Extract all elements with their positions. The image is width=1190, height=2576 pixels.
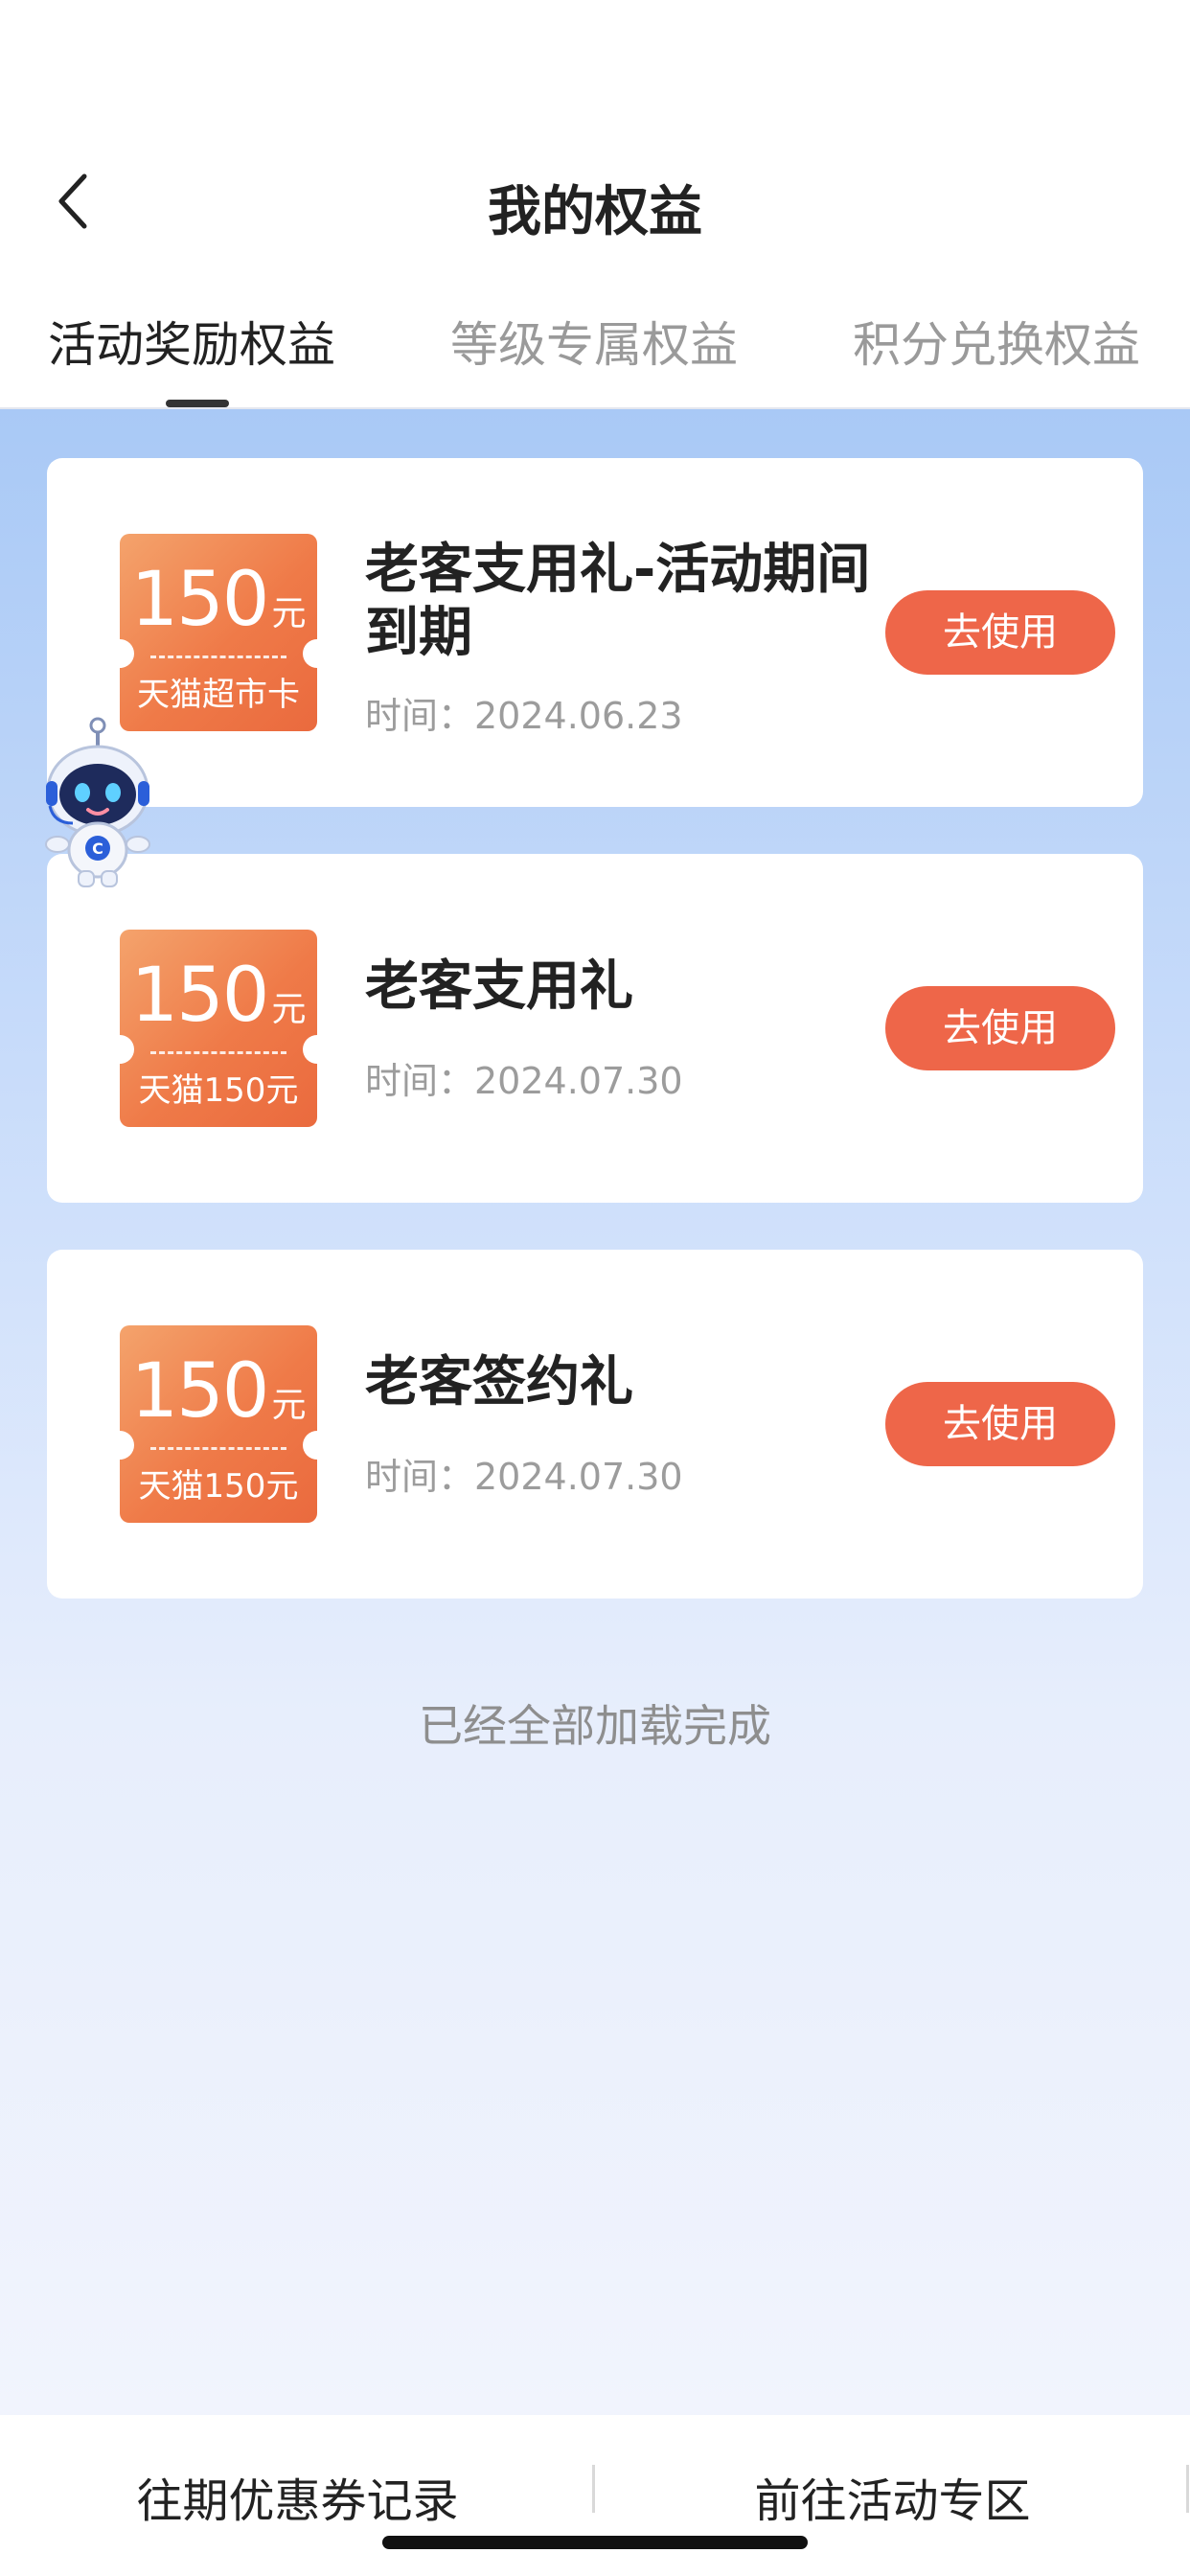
coupon-notch-right [303,1431,317,1460]
page-title: 我的权益 [488,181,702,243]
page: 我的权益 活动奖励权益 等级专属权益 积分兑换权益 150 元 天猫超市卡 老客… [0,0,1190,2576]
coupon-ticket: 150 元 天猫超市卡 [120,534,317,731]
coupon-amount-row: 150 元 [120,557,317,643]
nav-bar: 我的权益 [0,153,1190,249]
coupon-ticket: 150 元 天猫150元 [120,930,317,1127]
benefit-time: 时间：2024.07.30 [365,1060,683,1102]
benefit-time: 时间：2024.06.23 [365,695,683,737]
tab-points-exchange[interactable]: 积分兑换权益 [776,297,1190,407]
coupon-amount: 150 [130,557,270,643]
coupon-notch-left [120,639,134,668]
activity-zone-link[interactable]: 前往活动专区 [595,2463,1190,2530]
coupon-amount: 150 [130,1348,270,1435]
tab-label: 等级专属权益 [450,317,738,373]
coupon-divider [150,1447,286,1450]
robot-mascot[interactable]: C [36,716,159,888]
benefit-card: 150 元 天猫150元 老客支用礼 时间：2024.07.30 去使用 [47,854,1143,1203]
coupon-notch-left [120,1035,134,1064]
coupon-label: 天猫150元 [138,1467,299,1506]
home-indicator[interactable] [382,2536,808,2549]
coupon-amount-row: 150 元 [120,1348,317,1435]
tab-label: 活动奖励权益 [48,317,335,373]
benefit-title: 老客支用礼-活动期间到期 [365,539,871,664]
coupon-unit: 元 [271,594,307,633]
tab-label: 积分兑换权益 [853,317,1140,373]
tab-bar: 活动奖励权益 等级专属权益 积分兑换权益 [0,297,1190,407]
tab-level-benefits[interactable]: 等级专属权益 [412,297,776,407]
use-button[interactable]: 去使用 [885,1382,1115,1466]
benefit-title: 老客签约礼 [365,1351,633,1414]
coupon-amount-row: 150 元 [120,953,317,1039]
benefit-card: 150 元 天猫超市卡 老客支用礼-活动期间到期 时间：2024.06.23 去使… [47,458,1143,807]
coupon-divider [150,656,286,658]
tab-active-indicator [166,400,229,407]
tab-activity-rewards[interactable]: 活动奖励权益 [0,297,412,407]
coupon-notch-right [303,639,317,668]
bottom-bar: 往期优惠券记录 前往活动专区 [0,2415,1190,2576]
benefit-title: 老客支用礼 [365,955,633,1018]
coupon-divider [150,1051,286,1054]
use-button[interactable]: 去使用 [885,590,1115,675]
coupon-label: 天猫超市卡 [137,676,300,714]
benefit-time: 时间：2024.07.30 [365,1456,683,1498]
list-end-text: 已经全部加载完成 [419,1700,771,1752]
bottom-divider-edge [1186,2465,1189,2513]
coupon-label: 天猫150元 [138,1071,299,1110]
svg-text:C: C [92,840,103,858]
coupon-history-link[interactable]: 往期优惠券记录 [0,2463,595,2530]
coupon-ticket: 150 元 天猫150元 [120,1325,317,1523]
coupon-unit: 元 [271,1386,307,1425]
status-bar-area [0,0,1190,134]
benefit-card: 150 元 天猫150元 老客签约礼 时间：2024.07.30 去使用 [47,1250,1143,1598]
coupon-unit: 元 [271,990,307,1029]
use-button[interactable]: 去使用 [885,986,1115,1070]
coupon-notch-left [120,1431,134,1460]
robot-mascot-icon: C [45,717,150,887]
coupon-amount: 150 [130,953,270,1039]
benefits-list[interactable]: 150 元 天猫超市卡 老客支用礼-活动期间到期 时间：2024.06.23 去使… [0,409,1190,2415]
coupon-notch-right [303,1035,317,1064]
